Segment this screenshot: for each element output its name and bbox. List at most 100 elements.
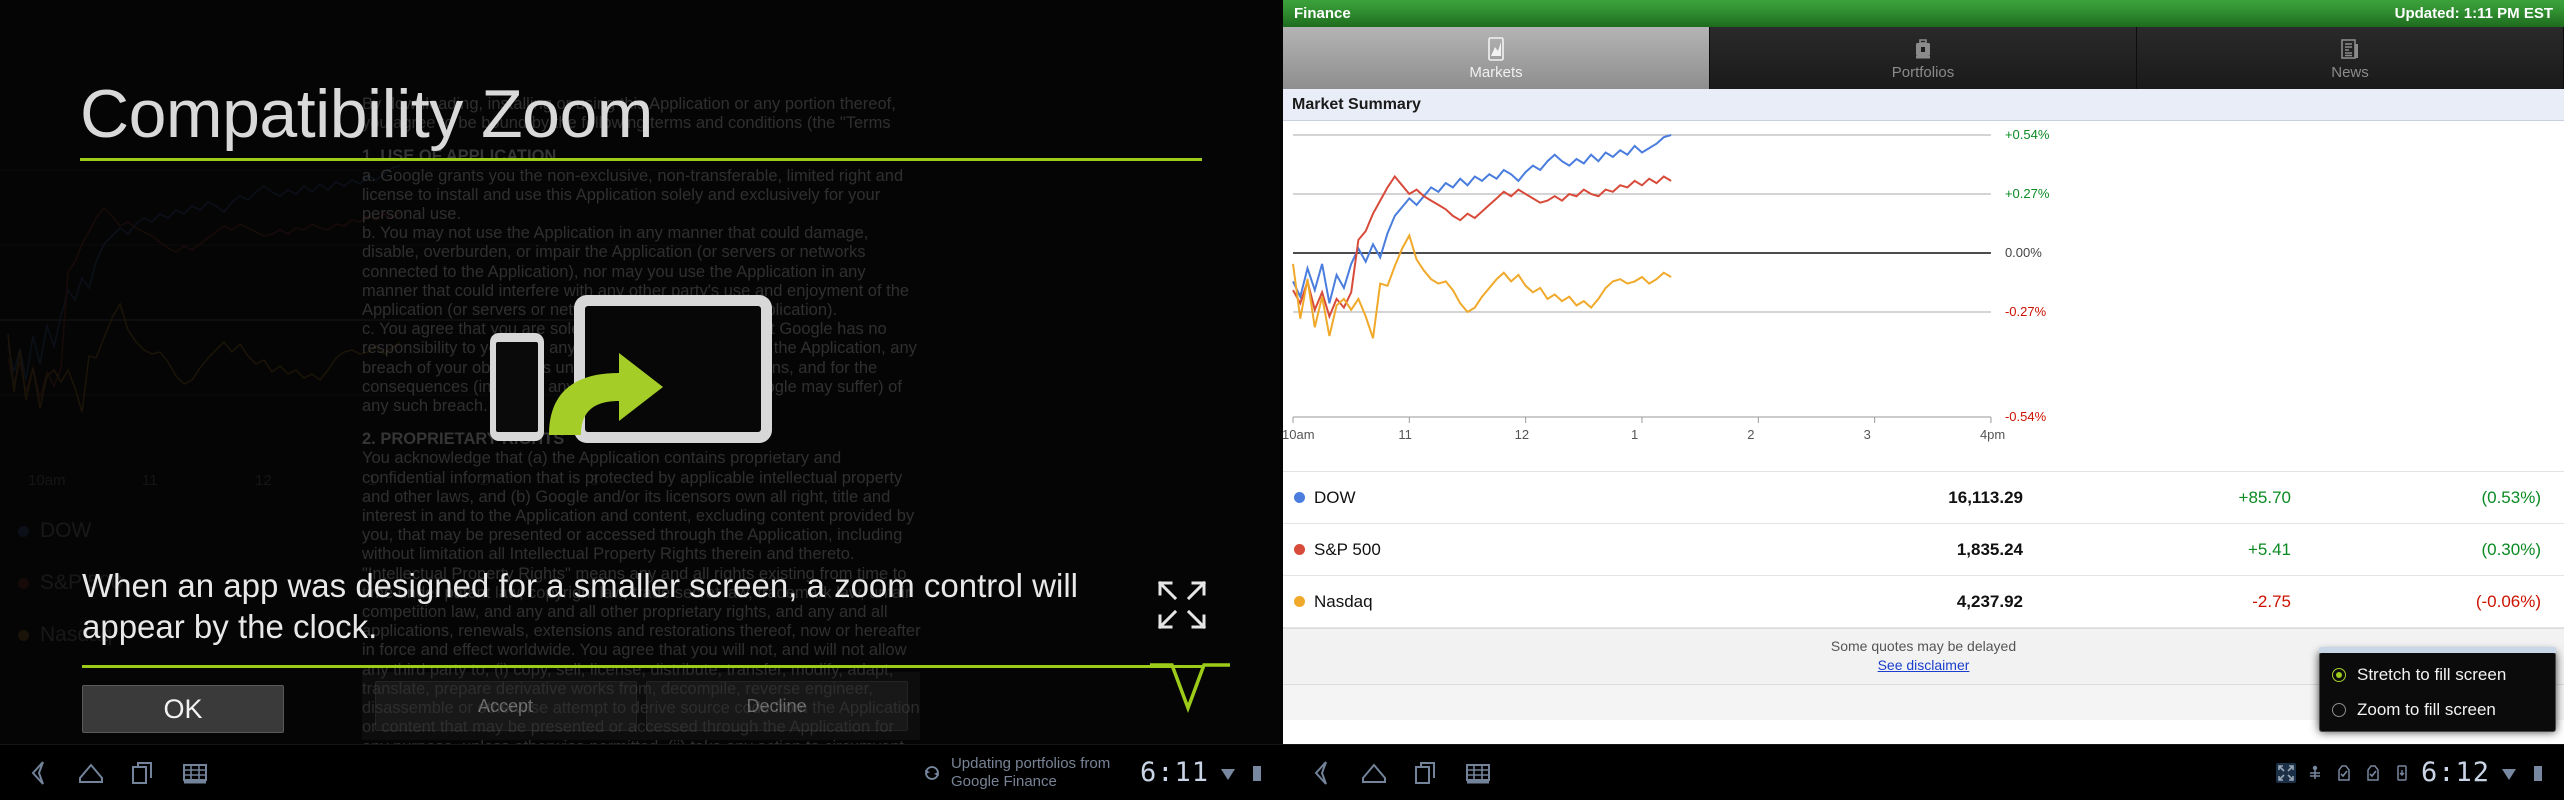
quote-row[interactable]: S&P 500 1,835.24 +5.41 (0.30%): [1283, 524, 2564, 576]
recent-apps-icon[interactable]: [128, 758, 158, 788]
accept-button[interactable]: Accept: [374, 681, 637, 731]
newspaper-icon: [2341, 38, 2358, 59]
left-system-navbar: Updating portfolios from Google Finance …: [0, 744, 1283, 800]
chart-y-label: -0.54%: [2004, 409, 2047, 424]
quote-change: -2.75: [2252, 591, 2291, 611]
right-system-navbar: 6:12: [1283, 744, 2564, 800]
chart-x-label: 1: [1630, 427, 1639, 442]
chart-canvas: [1292, 134, 1992, 423]
market-summary-chart: +0.54% +0.27% 0.00% -0.27% -0.54% 10am 11 12 1 2…: [1282, 121, 2564, 471]
quote-index-name: Nasdaq: [1283, 592, 1753, 612]
chart-x-label: 11: [1398, 427, 1412, 442]
tab-news[interactable]: News: [2137, 27, 2564, 89]
chart-x-label: 4pm: [1979, 427, 2006, 442]
system-clock: 6:12: [2420, 757, 2490, 788]
sync-icon: [924, 765, 939, 780]
app-title: Finance: [1294, 5, 1351, 22]
back-icon[interactable]: [24, 758, 54, 788]
tab-label: News: [2331, 63, 2369, 81]
quote-row[interactable]: Nasdaq 4,237.92 -2.75 (-0.06%): [1283, 576, 2564, 628]
system-clock: 6:11: [1139, 757, 1209, 788]
download-complete-icon: [2367, 764, 2379, 781]
updated-timestamp: Updated: 1:11 PM EST: [2394, 5, 2553, 22]
home-icon[interactable]: [76, 758, 106, 788]
download-complete-icon: [2338, 764, 2350, 781]
popup-item-zoom[interactable]: Zoom to fill screen: [2320, 692, 2555, 727]
chart-series-dow: [1292, 134, 1672, 304]
decline-button[interactable]: Decline: [645, 681, 908, 731]
hint-divider: [82, 665, 1202, 668]
tos-paragraph-a: a. Google grants you the non-exclusive, …: [362, 166, 904, 224]
series-color-dot: [1294, 596, 1305, 607]
chart-x-label: 10am: [1282, 427, 1315, 442]
quote-last-value: 1,835.24: [1956, 539, 2023, 559]
chart-icon: [1488, 36, 1504, 61]
section-title: Market Summary: [1283, 89, 2564, 121]
quote-change: +5.41: [2247, 539, 2291, 559]
quote-last-value: 4,237.92: [1956, 591, 2023, 611]
chart-x-label: 12: [1514, 427, 1530, 442]
quote-row[interactable]: DOW 16,113.29 +85.70 (0.53%): [1283, 472, 2564, 524]
expand-fullscreen-icon[interactable]: [1155, 578, 1209, 632]
wifi-icon: [1221, 768, 1235, 780]
series-color-dot: [1294, 492, 1305, 503]
recent-apps-icon[interactable]: [1411, 758, 1441, 788]
quote-label: DOW: [1314, 487, 1356, 507]
battery-icon: [2534, 765, 2542, 781]
ok-button[interactable]: OK: [82, 685, 284, 733]
sd-card-icon: [2397, 764, 2407, 781]
briefcase-icon: [1916, 38, 1930, 58]
terms-button-bar: Accept Decline: [362, 672, 920, 740]
radio-unselected-icon: [2332, 702, 2346, 717]
back-icon[interactable]: [1307, 758, 1337, 788]
zoom-mode-popup-menu: Stretch to fill screen Zoom to fill scre…: [2319, 647, 2556, 732]
phone-to-tablet-illustration: [490, 295, 790, 470]
popup-item-label: Stretch to fill screen: [2357, 664, 2507, 684]
app-title-bar: Finance Updated: 1:11 PM EST: [1283, 0, 2564, 27]
hint-pointer-notch: [1150, 663, 1230, 714]
chart-y-label: +0.54%: [2004, 127, 2050, 142]
navbar-buttons: [0, 758, 210, 788]
chart-x-label: 2: [1747, 427, 1755, 442]
quote-last-value: 16,113.29: [1948, 487, 2023, 507]
tab-bar: Markets Portfolios News: [1283, 27, 2564, 89]
quote-label: S&P 500: [1314, 539, 1381, 559]
tab-portfolios[interactable]: Portfolios: [1710, 27, 2137, 89]
popup-item-stretch[interactable]: Stretch to fill screen: [2320, 657, 2555, 692]
quote-percent: (0.30%): [2481, 539, 2541, 559]
screen-root: 10am 11 12 1 23 DOW S&P 500 Nasdaq By down…: [0, 0, 2564, 800]
battery-icon: [1253, 765, 1261, 781]
chart-series-nasdaq: [1292, 232, 1672, 339]
hint-message: When an app was designed for a smaller s…: [82, 567, 1078, 645]
quote-index-name: S&P 500: [1283, 540, 1753, 560]
series-color-dot: [1294, 544, 1305, 555]
updating-status-text: Updating portfolios from Google Finance: [950, 754, 1111, 790]
navbar-status-area: 6:12: [2275, 757, 2564, 788]
quote-percent: (0.53%): [2481, 487, 2541, 507]
popup-item-label: Zoom to fill screen: [2357, 699, 2496, 719]
curved-arrow-icon: [549, 353, 663, 435]
chart-y-label: 0.00%: [2004, 245, 2042, 260]
quote-label: Nasdaq: [1314, 591, 1373, 611]
chart-y-label: +0.27%: [2004, 186, 2050, 201]
navbar-buttons: [1283, 758, 1493, 788]
left-panel-compatibility-zoom: 10am 11 12 1 23 DOW S&P 500 Nasdaq By down…: [0, 0, 1283, 800]
quote-table: DOW 16,113.29 +85.70 (0.53%) S&P 500 1,835.24…: [1283, 471, 2564, 628]
menu-grid-icon[interactable]: [180, 758, 210, 788]
tab-markets[interactable]: Markets: [1283, 27, 1710, 89]
tab-label: Markets: [1469, 63, 1523, 81]
page-title: Compatibility Zoom: [80, 76, 653, 152]
quote-index-name: DOW: [1283, 488, 1753, 508]
usb-debug-icon: [2309, 765, 2320, 779]
wifi-icon: [2502, 768, 2516, 780]
menu-grid-icon[interactable]: [1463, 758, 1493, 788]
right-panel-finance-app: Finance Updated: 1:11 PM EST Markets Por…: [1282, 0, 2564, 800]
chart-y-label: -0.27%: [2004, 304, 2047, 319]
quote-percent: (-0.06%): [2475, 591, 2541, 611]
navbar-status-area: Updating portfolios from Google Finance …: [922, 755, 1283, 791]
compatibility-zoom-icon[interactable]: [2275, 762, 2296, 783]
quote-change: +85.70: [2238, 487, 2291, 507]
home-icon[interactable]: [1359, 758, 1389, 788]
title-divider: [80, 158, 1202, 161]
radio-selected-icon: [2332, 667, 2346, 682]
